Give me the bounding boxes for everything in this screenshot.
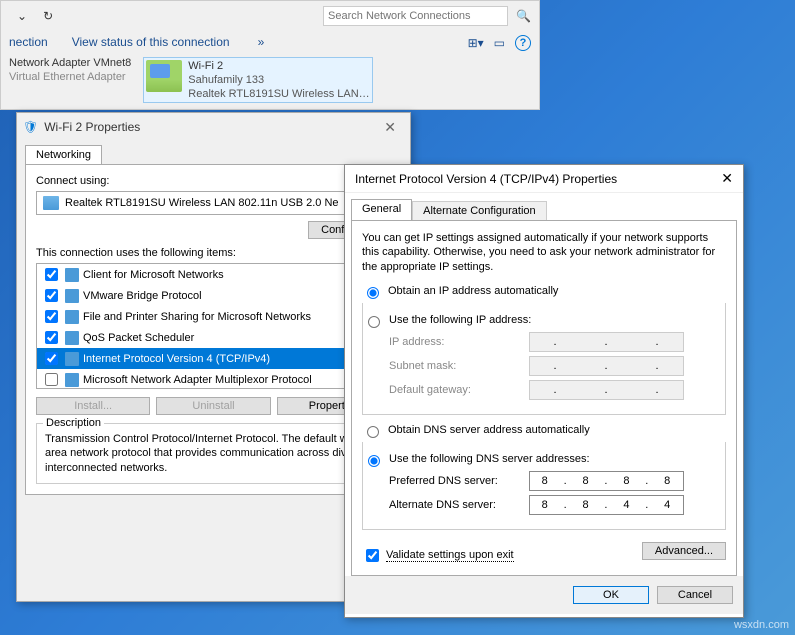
- link-view-status[interactable]: View status of this connection: [72, 35, 230, 51]
- pref-dns-label: Preferred DNS server:: [389, 475, 529, 487]
- protocol-checkbox[interactable]: [45, 331, 58, 344]
- radio-ip-auto-label: Obtain an IP address automatically: [388, 285, 558, 297]
- list-item[interactable]: QoS Packet Scheduler: [37, 327, 390, 348]
- list-item[interactable]: Client for Microsoft Networks: [37, 264, 390, 285]
- protocol-list[interactable]: Client for Microsoft Networks VMware Brid…: [36, 263, 391, 389]
- radio-dns-auto-label: Obtain DNS server address automatically: [388, 424, 590, 436]
- radio-dns-manual-label: Use the following DNS server addresses:: [389, 453, 590, 465]
- protocol-label: Client for Microsoft Networks: [83, 269, 224, 281]
- wifi-ssid: Sahufamily 133: [188, 74, 369, 86]
- list-item[interactable]: VMware Bridge Protocol: [37, 285, 390, 306]
- help-icon[interactable]: ?: [515, 35, 531, 51]
- dialog-title: Wi-Fi 2 Properties: [44, 120, 140, 134]
- radio-ip-manual[interactable]: [368, 316, 380, 328]
- protocol-icon: [65, 268, 79, 282]
- titlebar: Internet Protocol Version 4 (TCP/IPv4) P…: [345, 165, 743, 193]
- protocol-icon: [65, 331, 79, 345]
- validate-checkbox[interactable]: [366, 549, 379, 562]
- protocol-icon: [65, 352, 79, 366]
- link-connection[interactable]: nection: [9, 35, 48, 51]
- protocol-label: VMware Bridge Protocol: [83, 290, 202, 302]
- protocol-checkbox[interactable]: [45, 289, 58, 302]
- adapter-field: Realtek RTL8191SU Wireless LAN 802.11n U…: [36, 191, 391, 215]
- wifi-adapter-name: Realtek RTL8191SU Wireless LAN…: [188, 88, 369, 100]
- dropdown-icon[interactable]: ⌄: [17, 9, 27, 23]
- subnet-mask-input: ...: [529, 356, 684, 376]
- ip-address-input: ...: [529, 332, 684, 352]
- chevron-right-icon[interactable]: »: [258, 35, 265, 51]
- details-icon[interactable]: ▭: [494, 36, 505, 50]
- protocol-icon: [65, 310, 79, 324]
- dialog-title: Internet Protocol Version 4 (TCP/IPv4) P…: [355, 172, 617, 186]
- ipv4-properties-dialog: Internet Protocol Version 4 (TCP/IPv4) P…: [344, 164, 744, 618]
- wifi-name: Wi-Fi 2: [188, 60, 369, 72]
- radio-ip-manual-label: Use the following IP address:: [389, 314, 531, 326]
- protocol-label: File and Printer Sharing for Microsoft N…: [83, 311, 311, 323]
- subnet-mask-label: Subnet mask:: [389, 360, 529, 372]
- advanced-button[interactable]: Advanced...: [642, 542, 726, 560]
- close-icon[interactable]: ✕: [376, 117, 404, 138]
- uninstall-button[interactable]: Uninstall: [156, 397, 270, 415]
- ok-button[interactable]: OK: [573, 586, 649, 604]
- close-icon[interactable]: ✕: [721, 170, 733, 187]
- view-icon[interactable]: ⊞▾: [468, 36, 484, 50]
- radio-dns-auto[interactable]: [367, 426, 379, 438]
- nic-icon: [43, 196, 59, 210]
- tab-general[interactable]: General: [351, 199, 412, 220]
- adapter-vmnet8-label: Network Adapter VMnet8: [9, 57, 131, 69]
- tab-networking[interactable]: Networking: [25, 145, 102, 164]
- protocol-checkbox[interactable]: [45, 352, 58, 365]
- wifi-adapter-icon: [146, 60, 182, 92]
- network-connections-window: ⌄ ↻ 🔍 nection View status of this connec…: [0, 0, 540, 110]
- protocol-icon: [65, 289, 79, 303]
- protocol-label: QoS Packet Scheduler: [83, 332, 194, 344]
- search-input[interactable]: [323, 6, 508, 26]
- protocol-checkbox[interactable]: [45, 310, 58, 323]
- adapter-wifi2[interactable]: Wi-Fi 2 Sahufamily 133 Realtek RTL8191SU…: [143, 57, 372, 103]
- description-text: Transmission Control Protocol/Internet P…: [45, 432, 382, 475]
- protocol-icon: [65, 373, 79, 387]
- adapter-name: Realtek RTL8191SU Wireless LAN 802.11n U…: [65, 197, 339, 209]
- ip-address-label: IP address:: [389, 336, 529, 348]
- description-group: Description Transmission Control Protoco…: [36, 423, 391, 484]
- validate-label: Validate settings upon exit: [386, 549, 514, 562]
- toolbar: ⌄ ↻ 🔍: [1, 1, 539, 31]
- pref-dns-input[interactable]: 8. 8. 8. 8: [529, 471, 684, 491]
- gateway-label: Default gateway:: [389, 384, 529, 396]
- description-legend: Description: [43, 417, 104, 429]
- tab-alternate[interactable]: Alternate Configuration: [412, 201, 547, 220]
- install-button[interactable]: Install...: [36, 397, 150, 415]
- alt-dns-label: Alternate DNS server:: [389, 499, 529, 511]
- items-label: This connection uses the following items…: [36, 247, 391, 259]
- search-icon[interactable]: 🔍: [516, 9, 531, 23]
- titlebar: 🛡 Wi-Fi 2 Properties ✕: [17, 113, 410, 141]
- radio-ip-auto[interactable]: [367, 287, 379, 299]
- protocol-label: Internet Protocol Version 4 (TCP/IPv4): [83, 353, 270, 365]
- refresh-icon[interactable]: ↻: [43, 9, 53, 23]
- command-bar: nection View status of this connection »…: [1, 31, 539, 55]
- alt-dns-input[interactable]: 8. 8. 4. 4: [529, 495, 684, 515]
- protocol-checkbox[interactable]: [45, 268, 58, 281]
- gateway-input: ...: [529, 380, 684, 400]
- adapter-vmnet8-sub: Virtual Ethernet Adapter: [9, 71, 131, 83]
- shield-icon: 🛡: [23, 120, 38, 134]
- protocol-label: Microsoft Network Adapter Multiplexor Pr…: [83, 374, 312, 386]
- protocol-checkbox[interactable]: [45, 373, 58, 386]
- list-item[interactable]: Internet Protocol Version 4 (TCP/IPv4): [37, 348, 390, 369]
- watermark: wsxdn.com: [734, 619, 789, 631]
- radio-dns-manual[interactable]: [368, 455, 380, 467]
- list-item[interactable]: Microsoft Network Adapter Multiplexor Pr…: [37, 369, 390, 389]
- connect-using-label: Connect using:: [36, 175, 391, 187]
- cancel-button[interactable]: Cancel: [657, 586, 733, 604]
- info-text: You can get IP settings assigned automat…: [362, 231, 726, 274]
- list-item[interactable]: File and Printer Sharing for Microsoft N…: [37, 306, 390, 327]
